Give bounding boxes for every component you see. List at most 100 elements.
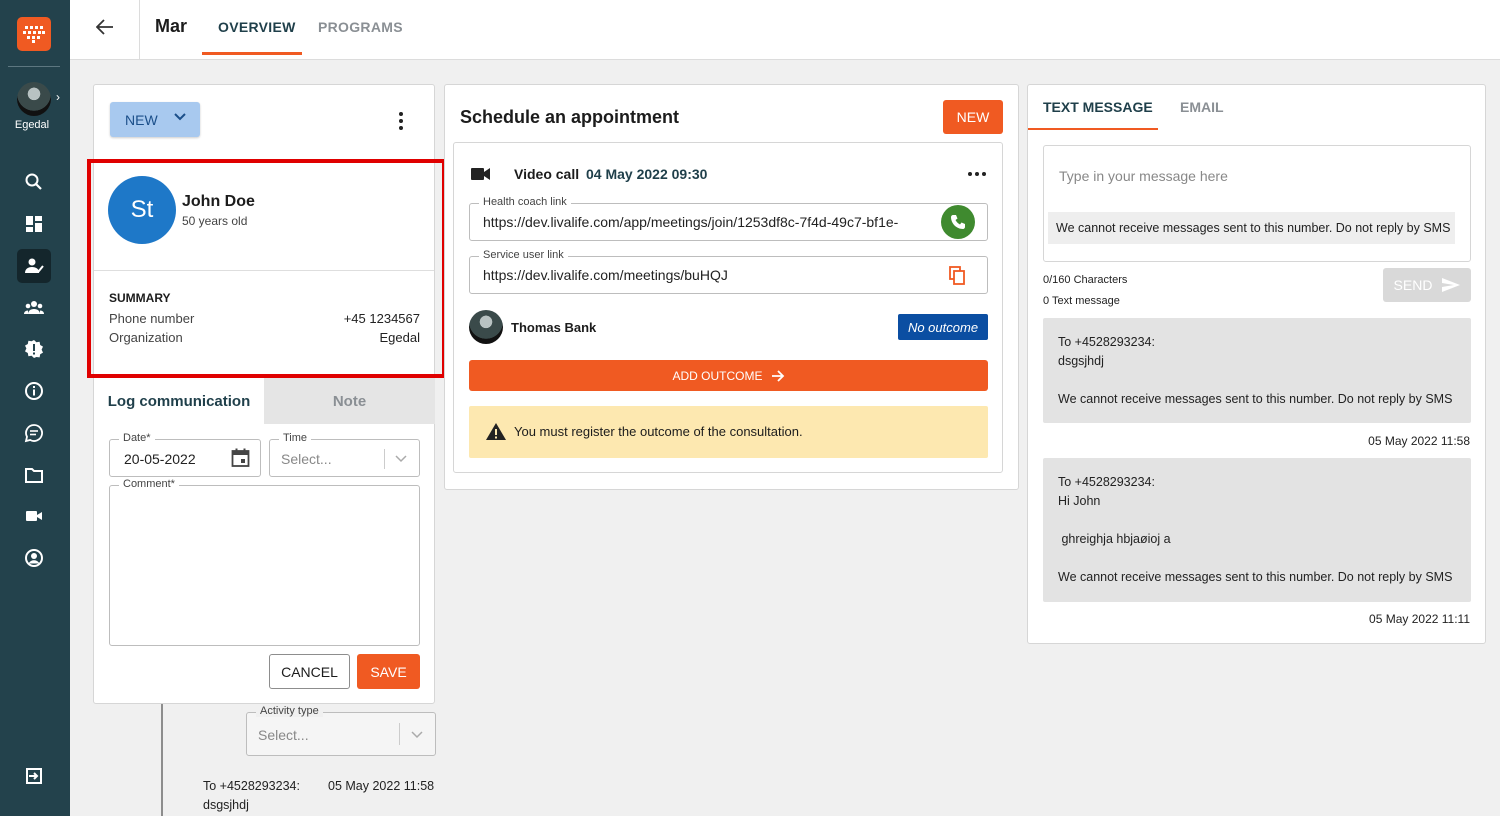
- character-count: 0/160 Characters: [1043, 274, 1128, 286]
- time-select[interactable]: Time Select...: [269, 432, 420, 477]
- group-icon[interactable]: [17, 291, 51, 325]
- highlight-box: [87, 159, 446, 378]
- save-button[interactable]: SAVE: [357, 654, 420, 689]
- message-count: 0 Text message: [1043, 295, 1120, 307]
- dashboard-icon[interactable]: [17, 207, 51, 241]
- health-coach-link[interactable]: https://dev.livalife.com/app/meetings/jo…: [483, 214, 925, 230]
- timeline-entry-text: dsgsjhdj: [203, 798, 249, 812]
- topbar-divider: [139, 0, 140, 60]
- message-line: Hi John: [1058, 494, 1101, 508]
- send-icon: [1442, 278, 1461, 292]
- tab-overview[interactable]: OVERVIEW: [218, 19, 296, 35]
- service-user-link[interactable]: https://dev.livalife.com/meetings/buHQJ: [483, 267, 728, 283]
- participant-name: Thomas Bank: [511, 320, 597, 335]
- message-time: 05 May 2022 11:58: [1368, 434, 1470, 448]
- search-icon[interactable]: [17, 165, 51, 199]
- calendar-icon[interactable]: [231, 448, 250, 468]
- warning-banner: You must register the outcome of the con…: [469, 406, 988, 458]
- comment-textarea[interactable]: Comment*: [109, 478, 420, 646]
- phone-icon: [951, 215, 965, 229]
- select-separator: [399, 723, 400, 745]
- active-tab-indicator: [1028, 128, 1158, 130]
- cancel-button[interactable]: CANCEL: [269, 654, 350, 689]
- user-avatar[interactable]: [17, 82, 51, 116]
- start-call-button[interactable]: [941, 205, 975, 239]
- comment-label: Comment*: [119, 478, 179, 490]
- tab-programs[interactable]: PROGRAMS: [318, 19, 403, 35]
- video-icon[interactable]: [17, 499, 51, 533]
- alert-badge-icon[interactable]: [17, 332, 51, 366]
- send-label: SEND: [1393, 277, 1433, 293]
- chevron-down-icon: [174, 113, 186, 121]
- message-line: dsgsjhdj: [1058, 354, 1104, 368]
- more-options-icon[interactable]: [399, 112, 403, 130]
- time-label: Time: [279, 432, 312, 444]
- activity-type-placeholder: Select...: [258, 727, 309, 743]
- schedule-card: Schedule an appointment NEW Video call 0…: [444, 84, 1019, 490]
- info-icon[interactable]: [17, 374, 51, 408]
- new-appointment-button[interactable]: NEW: [943, 100, 1003, 134]
- tab-note[interactable]: Note: [264, 378, 435, 424]
- appointment-item: Video call 04 May 2022 09:30 Health coac…: [453, 142, 1003, 473]
- chat-icon[interactable]: [17, 416, 51, 450]
- app-logo[interactable]: [17, 17, 51, 51]
- patient-check-icon[interactable]: [17, 249, 51, 283]
- active-tab-indicator: [202, 52, 302, 55]
- add-outcome-label: ADD OUTCOME: [672, 368, 763, 383]
- message-time: 05 May 2022 11:11: [1369, 612, 1470, 626]
- health-coach-link-field[interactable]: Health coach link https://dev.livalife.c…: [469, 196, 988, 241]
- copy-icon[interactable]: [949, 266, 965, 285]
- folder-icon[interactable]: [17, 458, 51, 492]
- back-arrow-icon[interactable]: [90, 12, 120, 42]
- message-line: ghreighja hbjaøioj a: [1058, 532, 1171, 546]
- time-placeholder: Select...: [281, 451, 332, 467]
- call-datetime: 04 May 2022 09:30: [586, 166, 708, 182]
- health-coach-link-label: Health coach link: [479, 196, 571, 208]
- tab-text-message[interactable]: TEXT MESSAGE: [1043, 99, 1153, 115]
- message-footer: We cannot receive messages sent to this …: [1058, 392, 1453, 406]
- timeline-line: [161, 704, 163, 816]
- new-button-label: NEW: [125, 111, 158, 128]
- logo-heart-icon: [23, 26, 45, 43]
- call-type: Video call: [514, 166, 580, 182]
- schedule-title: Schedule an appointment: [460, 107, 680, 127]
- tab-log-communication[interactable]: Log communication: [94, 378, 264, 424]
- select-separator: [384, 449, 385, 469]
- chevron-right-icon[interactable]: ›: [56, 90, 60, 104]
- activity-type-label: Activity type: [256, 705, 323, 717]
- messaging-card: TEXT MESSAGE EMAIL Type in your message …: [1027, 84, 1486, 644]
- sms-notice: We cannot receive messages sent to this …: [1048, 212, 1455, 244]
- no-outcome-badge: No outcome: [898, 314, 988, 340]
- user-org-label: Egedal: [14, 119, 50, 131]
- send-button[interactable]: SEND: [1383, 268, 1471, 302]
- page-title: Mar: [155, 16, 188, 36]
- date-field[interactable]: Date* 20-05-2022: [109, 432, 261, 477]
- message-bubble: To +4528293234: Hi John ghreighja hbjaøi…: [1043, 458, 1471, 602]
- arrow-right-icon: [771, 369, 784, 382]
- service-user-link-label: Service user link: [479, 249, 568, 261]
- message-input[interactable]: Type in your message here We cannot rece…: [1043, 145, 1471, 262]
- warning-icon: [486, 423, 506, 440]
- add-outcome-button[interactable]: ADD OUTCOME: [469, 360, 988, 391]
- warning-text: You must register the outcome of the con…: [514, 424, 803, 439]
- new-dropdown-button[interactable]: NEW: [110, 102, 200, 137]
- chevron-down-icon: [395, 455, 407, 463]
- participant-avatar: [469, 310, 503, 344]
- date-label: Date*: [119, 432, 155, 444]
- activity-type-select[interactable]: Activity type Select...: [246, 705, 436, 756]
- service-user-link-field[interactable]: Service user link https://dev.livalife.c…: [469, 249, 988, 294]
- sidebar-divider: [8, 66, 60, 67]
- top-bar: Mar OVERVIEW PROGRAMS: [70, 0, 1500, 60]
- account-icon[interactable]: [17, 541, 51, 575]
- logout-icon[interactable]: [17, 759, 51, 793]
- more-options-icon[interactable]: [968, 172, 986, 176]
- message-footer: We cannot receive messages sent to this …: [1058, 570, 1453, 584]
- date-value: 20-05-2022: [124, 451, 196, 467]
- chevron-down-icon: [411, 731, 423, 739]
- timeline-entry-recipient: To +4528293234:: [203, 779, 300, 793]
- sidebar: › Egedal: [0, 0, 70, 816]
- message-recipient: To +4528293234:: [1058, 475, 1155, 489]
- tab-email[interactable]: EMAIL: [1180, 99, 1224, 115]
- timeline-entry-time: 05 May 2022 11:58: [328, 779, 435, 793]
- message-placeholder: Type in your message here: [1059, 168, 1228, 184]
